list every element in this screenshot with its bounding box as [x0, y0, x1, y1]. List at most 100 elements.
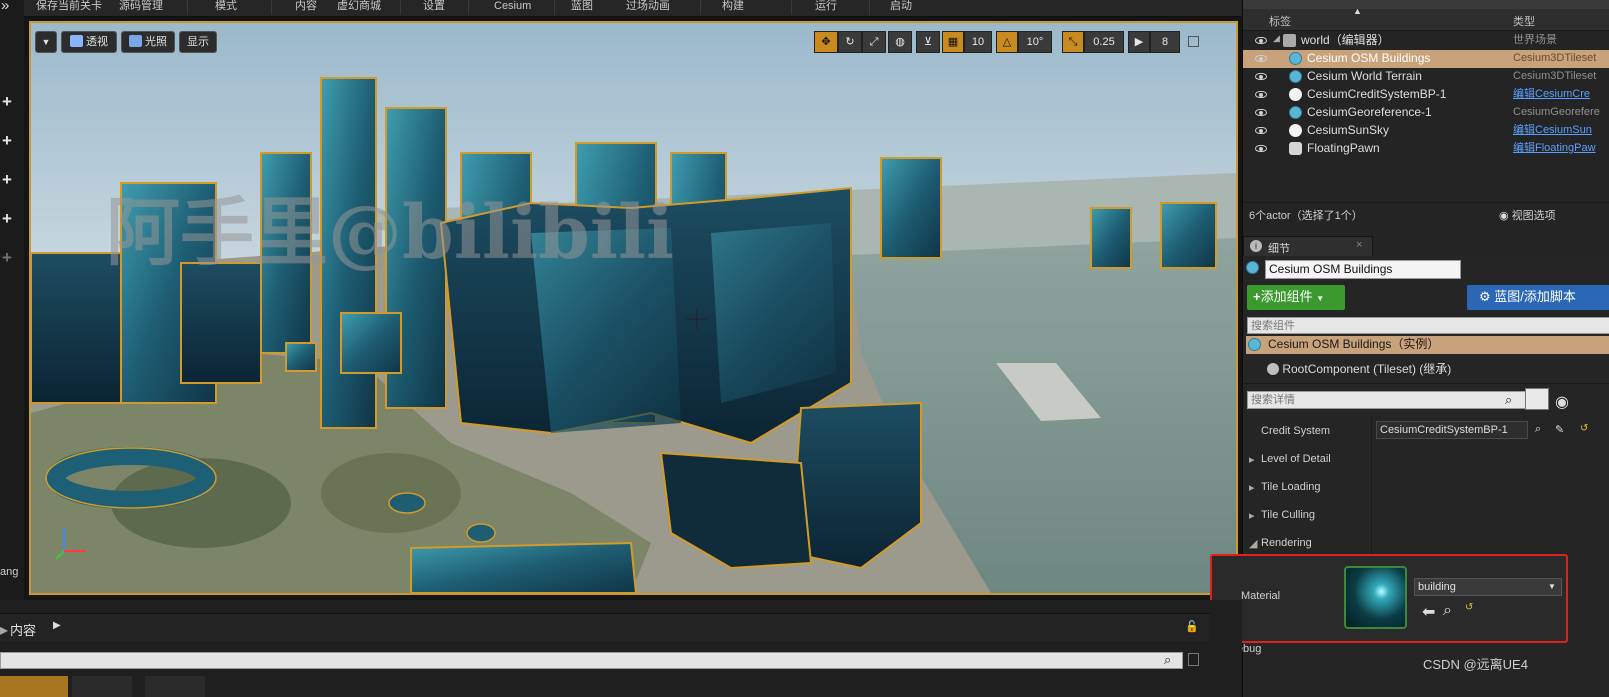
- maximize-viewport-icon[interactable]: [1188, 36, 1199, 47]
- outliner-row[interactable]: FloatingPawn 编辑FloatingPaw: [1243, 140, 1609, 158]
- component-instance-row[interactable]: Cesium OSM Buildings（实例）: [1246, 336, 1609, 354]
- list-view-icon[interactable]: [1525, 388, 1549, 410]
- expand-icon[interactable]: »: [1, 0, 9, 14]
- outliner-row[interactable]: Cesium World Terrain Cesium3DTileset: [1243, 68, 1609, 86]
- outliner-row-type-link[interactable]: 编辑CesiumCre: [1513, 88, 1609, 101]
- category-tile-loading[interactable]: ▸ Tile Loading: [1243, 473, 1609, 501]
- outliner-row-type-link[interactable]: 编辑FloatingPaw: [1513, 142, 1609, 155]
- actor-name-field[interactable]: Cesium OSM Buildings: [1265, 260, 1461, 279]
- lighting-label: 光照: [145, 36, 167, 48]
- outliner-row[interactable]: CesiumCreditSystemBP-1 编辑CesiumCre: [1243, 86, 1609, 104]
- credit-system-dropdown[interactable]: CesiumCreditSystemBP-1: [1376, 421, 1528, 439]
- toolbar-item-marketplace[interactable]: 虚幻商城: [337, 0, 381, 13]
- add-component-button[interactable]: +添加组件 ▼: [1247, 285, 1345, 310]
- outliner-col-type[interactable]: 类型: [1513, 13, 1535, 29]
- rotation-snap-value[interactable]: 10°: [1018, 31, 1052, 53]
- outliner-col-label[interactable]: 标签: [1269, 13, 1291, 29]
- add-icon[interactable]: +: [0, 170, 14, 190]
- component-instance-label: Cesium OSM Buildings（实例）: [1268, 337, 1440, 351]
- collapse-arrow-icon[interactable]: ◢: [1273, 33, 1280, 44]
- search-icon[interactable]: ⌕: [1535, 423, 1541, 436]
- toolbar-item-settings[interactable]: 设置: [423, 0, 445, 13]
- scale-snap-toggle[interactable]: ⤡: [1062, 31, 1084, 53]
- search-icon[interactable]: ⌕: [1443, 602, 1452, 620]
- scale-snap-value[interactable]: 0.25: [1084, 31, 1124, 53]
- add-icon[interactable]: +: [0, 248, 14, 268]
- search-components-input[interactable]: 搜索组件: [1247, 317, 1609, 334]
- visibility-eye-icon[interactable]: [1255, 145, 1267, 152]
- toolbar-item-blueprints[interactable]: 蓝图: [571, 0, 593, 13]
- show-button[interactable]: 显示: [179, 31, 217, 53]
- outliner-row[interactable]: CesiumGeoreference-1 CesiumGeorefere: [1243, 104, 1609, 122]
- toolbar-item-modes[interactable]: 模式: [215, 0, 237, 13]
- save-icon[interactable]: [1188, 653, 1199, 666]
- use-selected-icon[interactable]: ⬅: [1422, 602, 1435, 622]
- content-folder-tab[interactable]: [0, 676, 68, 697]
- outliner-row-name: Cesium World Terrain: [1307, 69, 1422, 83]
- coordinate-space-toggle[interactable]: ◍: [888, 31, 912, 53]
- content-folder-tab[interactable]: [145, 676, 205, 697]
- visibility-eye-icon[interactable]: [1255, 73, 1267, 80]
- reset-icon[interactable]: ↺: [1580, 423, 1588, 434]
- rotate-tool[interactable]: ↻: [838, 31, 862, 53]
- content-folder-tab[interactable]: [72, 676, 132, 697]
- actor-icon: [1289, 124, 1302, 137]
- visibility-eye-icon[interactable]: [1255, 109, 1267, 116]
- add-icon[interactable]: +: [0, 209, 14, 229]
- add-icon[interactable]: +: [0, 92, 14, 112]
- footer-credit: CSDN @远离UE4: [1423, 657, 1528, 672]
- material-dropdown[interactable]: building ▼: [1414, 578, 1562, 596]
- search-details-input[interactable]: 搜索详情: [1247, 391, 1537, 409]
- root-component-row[interactable]: RootComponent (Tileset) (继承): [1267, 360, 1451, 377]
- root-component-label: RootComponent (Tileset) (继承): [1282, 362, 1452, 376]
- outliner-row[interactable]: ◢ world（编辑器） 世界场景: [1243, 32, 1609, 50]
- level-viewport[interactable]: 阿手里@bilibili ▼ 透视 光照 显示 ✥ ↻ ⤢ ◍ ⊻ ▦ 10 △…: [29, 21, 1238, 595]
- toolbar-item-content[interactable]: 内容: [295, 0, 317, 13]
- rotation-snap-toggle[interactable]: △: [996, 31, 1018, 53]
- visibility-eye-icon[interactable]: [1255, 91, 1267, 98]
- visibility-eye-icon[interactable]: [1255, 37, 1267, 44]
- category-level-of-detail[interactable]: ▸ Level of Detail: [1243, 445, 1609, 473]
- outliner-row-selected[interactable]: Cesium OSM Buildings Cesium3DTileset: [1243, 50, 1609, 68]
- view-options-button[interactable]: ◉ 视图选项: [1499, 207, 1556, 223]
- toolbar-item-source-control[interactable]: 源码管理: [119, 0, 163, 13]
- outliner-row[interactable]: CesiumSunSky 编辑CesiumSun: [1243, 122, 1609, 140]
- reset-icon[interactable]: ↺: [1465, 602, 1473, 613]
- chevron-right-icon[interactable]: ▶: [53, 620, 61, 631]
- add-icon[interactable]: +: [0, 131, 14, 151]
- visibility-eye-icon[interactable]: [1255, 55, 1267, 62]
- toolbar-item-save-level[interactable]: 保存当前关卡: [36, 0, 102, 13]
- material-thumbnail[interactable]: [1344, 566, 1407, 629]
- lock-icon[interactable]: 🔓: [1185, 620, 1199, 633]
- camera-speed-toggle[interactable]: ▶: [1128, 31, 1150, 53]
- translate-tool[interactable]: ✥: [814, 31, 838, 53]
- toolbar-item-play[interactable]: 运行: [815, 0, 837, 13]
- outliner-header: 标签 ▲ 类型: [1243, 6, 1609, 31]
- close-icon[interactable]: ×: [1356, 239, 1362, 251]
- grid-snap-toggle[interactable]: ▦: [942, 31, 964, 53]
- outliner-row-type-link[interactable]: 编辑CesiumSun: [1513, 124, 1609, 137]
- tab-details[interactable]: i 细节 ×: [1243, 236, 1373, 256]
- actor-icon: [1289, 88, 1302, 101]
- view-mode-button[interactable]: 透视: [61, 31, 117, 53]
- surface-snapping-toggle[interactable]: ⊻: [916, 31, 940, 53]
- camera-speed-value[interactable]: 8: [1150, 31, 1180, 53]
- pick-icon[interactable]: ✎: [1555, 423, 1564, 436]
- grid-snap-value[interactable]: 10: [964, 31, 992, 53]
- content-search-input[interactable]: ⌕: [0, 652, 1183, 669]
- viewport-options-button[interactable]: ▼: [35, 31, 57, 53]
- search-icon: ⌕: [1164, 652, 1172, 667]
- scale-tool[interactable]: ⤢: [862, 31, 886, 53]
- category-rendering[interactable]: ◢ Rendering: [1243, 529, 1609, 557]
- toolbar-item-cesium[interactable]: Cesium: [494, 0, 531, 13]
- lighting-button[interactable]: 光照: [121, 31, 175, 53]
- visibility-eye-icon[interactable]: [1255, 127, 1267, 134]
- category-tile-culling[interactable]: ▸ Tile Culling: [1243, 501, 1609, 529]
- tab-content[interactable]: 内容: [10, 620, 36, 639]
- toolbar-item-launch[interactable]: 启动: [890, 0, 912, 13]
- eye-icon[interactable]: ◉: [1555, 392, 1569, 412]
- toolbar-item-cinematics[interactable]: 过场动画: [626, 0, 670, 13]
- blueprint-script-button[interactable]: ⚙ 蓝图/添加脚本: [1467, 285, 1609, 310]
- toolbar-item-build[interactable]: 构建: [722, 0, 744, 13]
- category-label: Level of Detail: [1261, 453, 1331, 465]
